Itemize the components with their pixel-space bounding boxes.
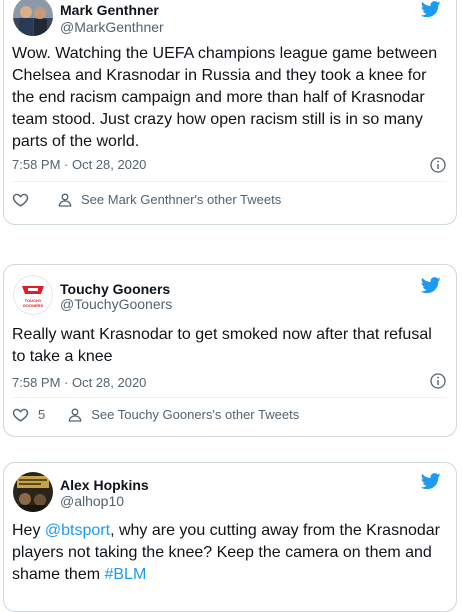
- author-handle[interactable]: @MarkGenthner: [60, 19, 164, 35]
- tweet-text: Really want Krasnodar to get smoked now …: [12, 326, 432, 365]
- heart-icon: [12, 408, 29, 422]
- author-name[interactable]: Alex Hopkins: [60, 477, 149, 493]
- heart-icon: [12, 193, 29, 207]
- hashtag-link[interactable]: #BLM: [104, 566, 146, 583]
- avatar[interactable]: [13, 0, 53, 36]
- divider: [12, 181, 446, 182]
- person-icon: [68, 408, 82, 422]
- info-icon[interactable]: [430, 157, 446, 173]
- profile-link-label: See Touchy Gooners's other Tweets: [91, 407, 300, 422]
- tweet-text: Wow. Watching the UEFA champions league …: [12, 45, 438, 150]
- profile-link[interactable]: See Mark Genthner's other Tweets: [57, 192, 281, 208]
- twitter-bird-icon[interactable]: [420, 0, 442, 19]
- avatar[interactable]: [13, 472, 53, 512]
- author-name[interactable]: Touchy Gooners: [60, 281, 170, 297]
- author-handle[interactable]: @TouchyGooners: [60, 296, 172, 312]
- tweet-actions: 5 See Touchy Gooners's other Tweets: [12, 406, 299, 423]
- tweet-text: Hey @btsport, why are you cutting away f…: [12, 520, 446, 586]
- tweet-text-pre: Hey: [12, 522, 45, 539]
- avatar-label: TOUCHY GOONERS: [22, 298, 44, 308]
- author-name[interactable]: Mark Genthner: [60, 2, 159, 18]
- twitter-bird-icon[interactable]: [420, 471, 442, 491]
- profile-link-label: See Mark Genthner's other Tweets: [81, 192, 282, 207]
- tweet-actions: See Mark Genthner's other Tweets: [12, 191, 281, 208]
- mention-link[interactable]: @btsport: [45, 522, 110, 539]
- author-handle[interactable]: @alhop10: [60, 493, 124, 509]
- info-icon[interactable]: [430, 373, 446, 389]
- like-count: 5: [38, 407, 46, 422]
- divider: [12, 397, 446, 398]
- twitter-bird-icon[interactable]: [420, 275, 442, 295]
- person-icon: [58, 193, 72, 207]
- tweet-timestamp[interactable]: 7:58 PM · Oct 28, 2020: [12, 375, 146, 390]
- tweet-timestamp[interactable]: 7:58 PM · Oct 28, 2020: [12, 157, 146, 172]
- avatar[interactable]: TOUCHY GOONERS: [13, 275, 53, 315]
- tweet-card: Mark Genthner @MarkGenthner Wow. Watchin…: [3, 0, 457, 225]
- like-button[interactable]: [12, 191, 35, 208]
- profile-link[interactable]: See Touchy Gooners's other Tweets: [67, 407, 299, 423]
- tweet-card: TOUCHY GOONERS Touchy Gooners @TouchyGoo…: [3, 264, 457, 437]
- like-button[interactable]: 5: [12, 406, 45, 423]
